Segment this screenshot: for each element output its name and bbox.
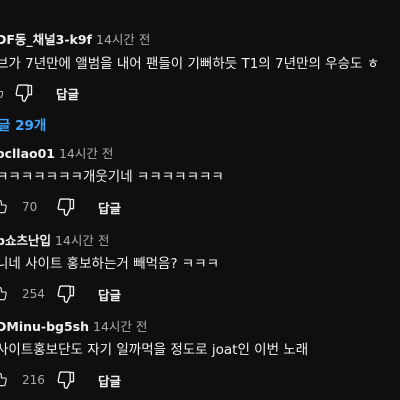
- thumb-up-icon[interactable]: [0, 195, 8, 219]
- comment-author[interactable]: DF동_채널3-k9f: [0, 32, 92, 47]
- view-replies-link[interactable]: 글 29개: [0, 117, 46, 135]
- reply-time[interactable]: 14시간 전: [93, 319, 147, 334]
- reply-actions: 254 답글: [0, 282, 121, 306]
- reply-text: ㅋㅋㅋㅋㅋㅋㅋ개웃기네 ㅋㅋㅋㅋㅋㅋㅋ: [0, 169, 224, 185]
- reply-button[interactable]: 답글: [98, 285, 121, 304]
- like-count: 216: [22, 373, 45, 387]
- reply-actions: 70 답글: [0, 195, 121, 219]
- comments-section: DF동_채널3-k9f 14시간 전 브가 7년만에 앨범을 내어 팬들이 기뻐하…: [0, 0, 400, 400]
- reply-header: ocllao01 14시간 전: [0, 146, 113, 162]
- reply-time[interactable]: 14시간 전: [55, 233, 109, 248]
- comment-actions: 답글: [0, 81, 79, 105]
- thumb-down-icon[interactable]: [12, 81, 36, 105]
- reply-text: 사이트홍보단도 자기 일까먹을 정도로 joat인 이번 노래: [0, 342, 309, 358]
- reply-author[interactable]: ocllao01: [0, 146, 55, 161]
- thumb-down-icon[interactable]: [54, 195, 78, 219]
- thumb-down-icon[interactable]: [54, 368, 78, 392]
- comment-text: 브가 7년만에 앨범을 내어 팬들이 기뻐하듯 T1의 7년만의 우승도 ㅎ: [0, 56, 380, 72]
- reply-button[interactable]: 답글: [98, 371, 121, 390]
- thumb-up-icon[interactable]: [0, 368, 8, 392]
- thumb-down-icon[interactable]: [54, 282, 78, 306]
- reply-button[interactable]: 답글: [98, 198, 121, 217]
- reply-text: 니네 사이트 홍보하는거 빼먹음? ㅋㅋㅋ: [0, 256, 220, 272]
- reply-author[interactable]: b쇼츠난입: [0, 233, 51, 248]
- comment-time[interactable]: 14시간 전: [96, 32, 150, 47]
- like-count: 254: [22, 287, 45, 301]
- reply-header: DMinu-bg5sh 14시간 전: [0, 319, 147, 335]
- reply-button[interactable]: 답글: [56, 84, 79, 103]
- reply-header: b쇼츠난입 14시간 전: [0, 233, 109, 249]
- reply-author[interactable]: DMinu-bg5sh: [0, 319, 89, 334]
- like-count: 70: [22, 200, 38, 214]
- thumb-up-icon[interactable]: [0, 81, 4, 105]
- comment-header: DF동_채널3-k9f 14시간 전: [0, 32, 150, 48]
- thumb-up-icon[interactable]: [0, 282, 8, 306]
- reply-time[interactable]: 14시간 전: [59, 146, 113, 161]
- reply-actions: 216 답글: [0, 368, 121, 392]
